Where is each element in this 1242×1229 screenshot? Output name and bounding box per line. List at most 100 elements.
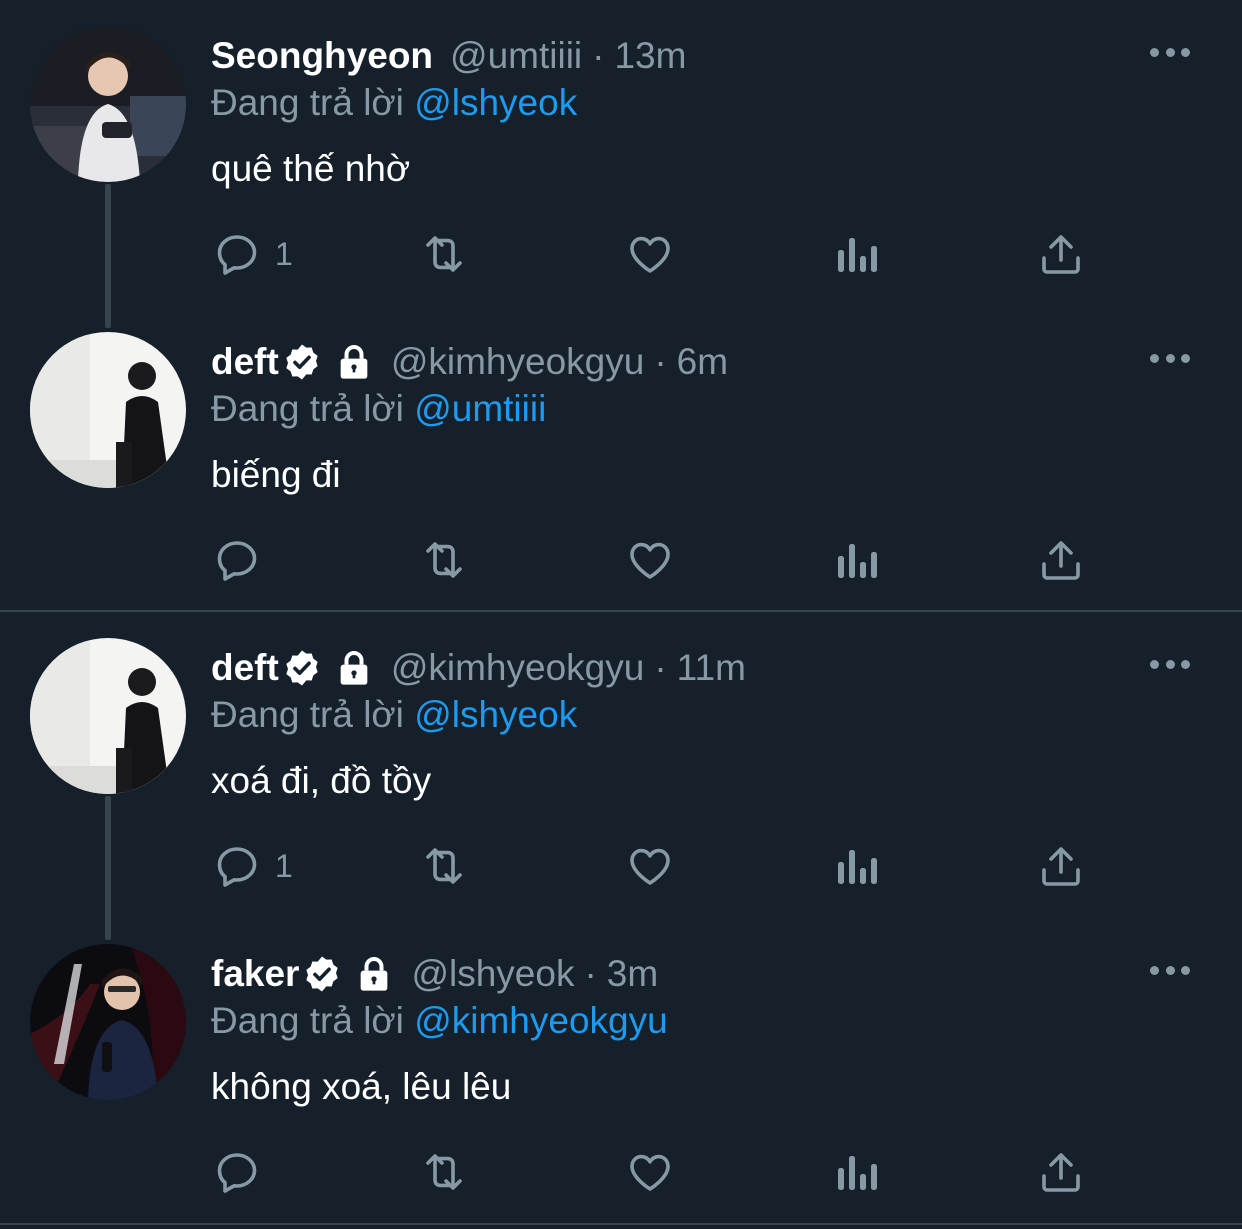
- user-handle[interactable]: @kimhyeokgyu: [391, 647, 645, 689]
- separator: ·: [584, 953, 597, 994]
- heart-icon: [630, 542, 670, 579]
- reply-button[interactable]: [213, 532, 275, 588]
- more-icon[interactable]: [1150, 346, 1190, 370]
- views-button[interactable]: [834, 532, 878, 588]
- timestamp[interactable]: 11m: [677, 647, 746, 689]
- user-handle[interactable]: @lshyeok: [411, 953, 574, 995]
- display-name[interactable]: faker: [211, 953, 299, 995]
- tweet-header: deft @kimhyeokgyu · 6m: [211, 338, 728, 386]
- reply-count: 1: [275, 235, 293, 272]
- analytics-icon: [838, 238, 877, 272]
- action-bar: 1: [0, 210, 1242, 300]
- mention-link[interactable]: @lshyeok: [414, 694, 577, 735]
- more-icon[interactable]: [1150, 958, 1190, 982]
- like-button[interactable]: [626, 1144, 674, 1200]
- reply-icon: [217, 541, 257, 581]
- lock-icon: [334, 342, 374, 382]
- tweet-text: quê thế nhờ: [211, 148, 411, 189]
- reply-button[interactable]: 1: [213, 226, 293, 282]
- retweet-button[interactable]: [418, 226, 470, 282]
- timestamp[interactable]: 6m: [677, 341, 728, 383]
- lock-icon: [334, 648, 374, 688]
- tweet[interactable]: deft @kimhyeokgyu · 6m Đang trả lời @umt…: [0, 306, 1242, 612]
- retweet-icon: [426, 1154, 462, 1190]
- like-button[interactable]: [626, 532, 674, 588]
- replying-to: Đang trả lời @kimhyeokgyu: [211, 1000, 668, 1042]
- retweet-button[interactable]: [418, 838, 470, 894]
- retweet-button[interactable]: [418, 532, 470, 588]
- reply-icon: [217, 1153, 257, 1193]
- views-button[interactable]: [834, 838, 878, 894]
- like-button[interactable]: [626, 226, 674, 282]
- tweet[interactable]: Seonghyeon @umtiiii · 13m Đang trả lời @…: [0, 0, 1242, 306]
- tweet-text: biếng đi: [211, 454, 341, 495]
- tweet-header: deft @kimhyeokgyu · 11m: [211, 644, 746, 692]
- reply-button[interactable]: 1: [213, 838, 293, 894]
- timestamp[interactable]: 3m: [607, 953, 658, 995]
- mention-link[interactable]: @kimhyeokgyu: [414, 1000, 668, 1041]
- separator: ·: [654, 341, 667, 382]
- replying-to-label: Đang trả lời: [211, 694, 404, 735]
- bottom-divider: [0, 1223, 1242, 1225]
- share-icon: [1042, 235, 1080, 274]
- reply-count: 1: [275, 847, 293, 884]
- replying-to-label: Đang trả lời: [211, 388, 404, 429]
- timestamp[interactable]: 13m: [614, 35, 686, 77]
- tweet-text: không xoá, lêu lêu: [211, 1066, 512, 1107]
- retweet-icon: [426, 848, 462, 884]
- replying-to-label: Đang trả lời: [211, 1000, 404, 1041]
- retweet-icon: [426, 542, 462, 578]
- share-button[interactable]: [1038, 1144, 1084, 1200]
- share-icon: [1042, 541, 1080, 580]
- mention-link[interactable]: @lshyeok: [414, 82, 577, 123]
- heart-icon: [630, 1154, 670, 1191]
- replying-to-label: Đang trả lời: [211, 82, 404, 123]
- more-icon[interactable]: [1150, 652, 1190, 676]
- share-button[interactable]: [1038, 838, 1084, 894]
- action-bar: [0, 1128, 1242, 1218]
- like-button[interactable]: [626, 838, 674, 894]
- mention-link[interactable]: @umtiiii: [414, 388, 546, 429]
- display-name[interactable]: Seonghyeon: [211, 35, 433, 77]
- share-button[interactable]: [1038, 226, 1084, 282]
- reply-button[interactable]: [213, 1144, 275, 1200]
- tweet[interactable]: deft @kimhyeokgyu · 11m Đang trả lời @ls…: [0, 612, 1242, 918]
- verified-badge-icon: [302, 954, 342, 994]
- more-icon[interactable]: [1150, 40, 1190, 64]
- display-name[interactable]: deft: [211, 341, 279, 383]
- reply-icon: [217, 235, 257, 275]
- heart-icon: [630, 236, 670, 273]
- avatar[interactable]: [30, 944, 186, 1100]
- verified-badge-icon: [282, 342, 322, 382]
- avatar[interactable]: [30, 26, 186, 182]
- verified-badge-icon: [282, 648, 322, 688]
- user-handle[interactable]: @kimhyeokgyu: [391, 341, 645, 383]
- action-bar: 1: [0, 822, 1242, 912]
- heart-icon: [630, 848, 670, 885]
- retweet-icon: [426, 236, 462, 272]
- timeline: Seonghyeon @umtiiii · 13m Đang trả lời @…: [0, 0, 1242, 1229]
- analytics-icon: [838, 544, 877, 578]
- display-name[interactable]: deft: [211, 647, 279, 689]
- avatar[interactable]: [30, 638, 186, 794]
- tweet[interactable]: faker @lshyeok · 3m Đang trả lời @kimhye…: [0, 918, 1242, 1224]
- views-button[interactable]: [834, 226, 878, 282]
- separator: ·: [592, 35, 605, 76]
- tweet-header: Seonghyeon @umtiiii · 13m: [211, 32, 686, 80]
- replying-to: Đang trả lời @umtiiii: [211, 388, 546, 430]
- reply-icon: [217, 847, 257, 887]
- analytics-icon: [838, 1156, 877, 1190]
- share-button[interactable]: [1038, 532, 1084, 588]
- tweet-header: faker @lshyeok · 3m: [211, 950, 658, 998]
- action-bar: [0, 516, 1242, 606]
- replying-to: Đang trả lời @lshyeok: [211, 82, 577, 124]
- user-handle[interactable]: @umtiiii: [450, 35, 582, 77]
- share-icon: [1042, 1153, 1080, 1192]
- views-button[interactable]: [834, 1144, 878, 1200]
- replying-to: Đang trả lời @lshyeok: [211, 694, 577, 736]
- tweet-text: xoá đi, đồ tồy: [211, 760, 432, 801]
- separator: ·: [654, 647, 667, 688]
- retweet-button[interactable]: [418, 1144, 470, 1200]
- avatar[interactable]: [30, 332, 186, 488]
- share-icon: [1042, 847, 1080, 886]
